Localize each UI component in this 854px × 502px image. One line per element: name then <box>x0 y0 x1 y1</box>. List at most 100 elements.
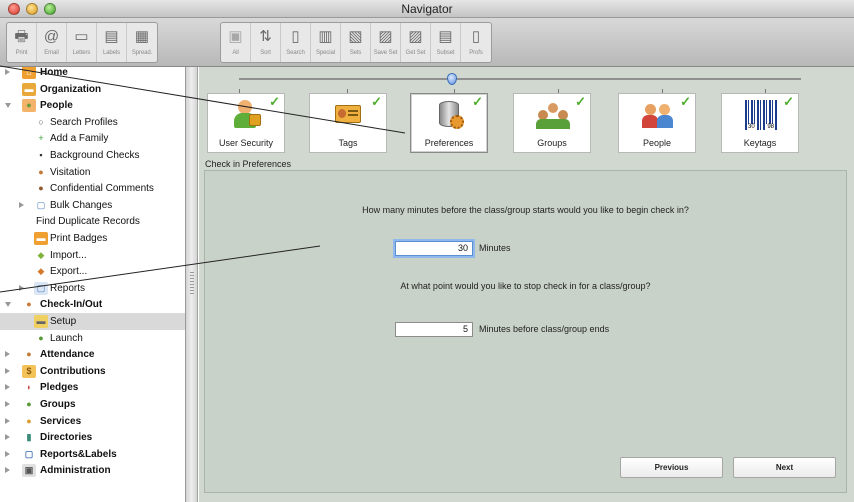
sidebar-item-label: Confidential Comments <box>50 183 154 195</box>
disclosure-closed-icon[interactable] <box>5 434 10 441</box>
toolbar-printer-button[interactable]: 🖶 Print <box>7 23 37 62</box>
sidebar-item-groups[interactable]: ● Groups <box>0 396 185 413</box>
wizard-timeline <box>239 78 801 80</box>
disclosure-closed-icon[interactable] <box>19 201 24 208</box>
disclosure-closed-icon[interactable] <box>5 450 10 457</box>
toolbar-letters-button[interactable]: ▭ Letters <box>67 23 97 62</box>
sidebar-item-label: Add a Family <box>50 133 109 145</box>
sidebar-item-background-checks[interactable]: ▪ Background Checks <box>0 147 185 164</box>
export-icon: ◆ <box>34 265 48 279</box>
sidebar-item-bulk-changes[interactable]: ▢ Bulk Changes <box>0 197 185 214</box>
sidebar-item-contributions[interactable]: $ Contributions <box>0 363 185 380</box>
sidebar-item-label: Reports&Labels <box>40 448 117 460</box>
visitation-icon: ● <box>34 165 48 179</box>
toolbar-button-label: Email <box>44 50 59 56</box>
wizard-step-label: User Security <box>218 138 273 148</box>
sidebar-item-visitation[interactable]: ● Visitation <box>0 164 185 181</box>
disclosure-closed-icon[interactable] <box>5 401 10 407</box>
email-icon: @ <box>43 27 60 45</box>
wizard-step-tags[interactable]: ✓ Tags <box>309 93 387 153</box>
begin-minutes-field[interactable]: 30 <box>395 241 473 256</box>
sidebar-item-launch[interactable]: ● Launch <box>0 330 185 347</box>
sidebar-item-confidential-comments[interactable]: ● Confidential Comments <box>0 180 185 197</box>
sidebar-item-services[interactable]: ● Services <box>0 413 185 430</box>
sidebar-splitter[interactable] <box>186 67 198 502</box>
disclosure-closed-icon[interactable] <box>5 367 10 374</box>
disclosure-open-icon[interactable] <box>5 103 11 109</box>
wizard-step-groups[interactable]: ✓ Groups <box>513 93 591 153</box>
disclosure-closed-icon[interactable] <box>5 384 10 391</box>
toolbar-labels-button[interactable]: ▤ Labels <box>97 23 127 62</box>
setup-icon: ▬ <box>34 315 48 328</box>
toolbar-spreadsheet-button[interactable]: ▦ Spread. <box>127 23 157 62</box>
labels-icon: ▤ <box>104 27 119 45</box>
sidebar-item-people[interactable]: ● People <box>0 97 185 114</box>
toolbar-save-set-button[interactable]: ▨ Save Set <box>371 23 401 62</box>
icon-part <box>333 101 365 129</box>
toolbar-sets-button[interactable]: ▧ Sets <box>341 23 371 62</box>
sidebar-item-attendance[interactable]: ● Attendance <box>0 346 185 363</box>
toolbar-profs-button[interactable]: ▯ Profs <box>461 23 491 62</box>
sidebar-item-find-duplicate-records[interactable]: Find Duplicate Records <box>0 213 185 230</box>
administration-icon: ▣ <box>22 464 36 478</box>
disclosure-closed-icon[interactable] <box>5 69 10 75</box>
sidebar-item-organization[interactable]: ▬ Organization <box>0 81 185 98</box>
sidebar-item-setup[interactable]: ▬ Setup <box>0 313 185 330</box>
sidebar-item-export[interactable]: ◆ Export... <box>0 263 185 280</box>
toolbar-email-button[interactable]: @ Email <box>37 23 67 62</box>
begin-minutes-unit: Minutes <box>479 243 511 253</box>
splitter-grip[interactable] <box>190 272 194 296</box>
output-toolbar-group: 🖶 Print @ Email ▭ Letters ▤ Labels ▦ Spread. <box>6 22 158 63</box>
toolbar-special-button[interactable]: ▥ Special <box>311 23 341 62</box>
set-toolbar-group: ▣ All ⇅ Sort ▯ Search ▥ Special ▧ Sets ▨ Save Set ▨ G… <box>220 22 492 63</box>
icon-part <box>348 114 358 116</box>
wizard-step-user-security[interactable]: ✓ User Security <box>207 93 285 153</box>
groups-icon <box>536 98 570 132</box>
toolbar-all-button[interactable]: ▣ All <box>221 23 251 62</box>
timeline-position-marker[interactable] <box>447 73 457 85</box>
sidebar-item-check-in-out[interactable]: ● Check-In/Out <box>0 296 185 313</box>
sidebar-item-label: Groups <box>40 399 76 410</box>
sidebar-item-print-badges[interactable]: ▬ Print Badges <box>0 230 185 247</box>
all-icon: ▣ <box>228 27 243 45</box>
user-security-icon <box>230 98 264 132</box>
disclosure-open-icon[interactable] <box>5 302 11 308</box>
sidebar-item-add-a-family[interactable]: + Add a Family <box>0 130 185 147</box>
icon-part <box>238 100 252 114</box>
next-button[interactable]: Next <box>733 457 836 478</box>
toolbar-button-label: Special <box>316 50 335 56</box>
completed-check-icon: ✓ <box>269 94 280 109</box>
toolbar-button-label: Print <box>15 50 28 56</box>
previous-button[interactable]: Previous <box>620 457 723 478</box>
disclosure-closed-icon[interactable] <box>19 284 24 291</box>
preferences-icon <box>433 98 467 132</box>
wizard-step-keytags[interactable]: 30 98 ✓ Keytags <box>721 93 799 153</box>
stop-minutes-field[interactable]: 5 <box>395 322 473 337</box>
toolbar-subset-button[interactable]: ▤ Subset <box>431 23 461 62</box>
icon-part <box>232 100 262 130</box>
icon-part: 30 98 <box>745 100 777 130</box>
toolbar-get-set-button[interactable]: ▨ Get Set <box>401 23 431 62</box>
icon-part: 30 <box>747 124 756 130</box>
disclosure-closed-icon[interactable] <box>5 417 10 424</box>
sidebar-item-directories[interactable]: ▮ Directories <box>0 429 185 446</box>
toolbar-button-label: Profs <box>469 50 483 56</box>
disclosure-closed-icon[interactable] <box>5 351 10 358</box>
disclosure-closed-icon[interactable] <box>5 467 10 474</box>
sidebar-item-search-profiles[interactable]: ○ Search Profiles <box>0 114 185 131</box>
sidebar-item-administration[interactable]: ▣ Administration <box>0 462 185 479</box>
home-icon: ⌂ <box>22 67 36 79</box>
sidebar-item-reports[interactable]: ▢ Reports <box>0 280 185 297</box>
toolbar-sort-button[interactable]: ⇅ Sort <box>251 23 281 62</box>
groups-icon: ● <box>22 398 36 411</box>
wizard-step-preferences[interactable]: ✓ Preferences <box>410 93 488 153</box>
sidebar-item-reports-labels[interactable]: ▢ Reports&Labels <box>0 446 185 463</box>
toolbar-search-button[interactable]: ▯ Search <box>281 23 311 62</box>
sidebar-item-pledges[interactable]: ◗ Pledges <box>0 379 185 396</box>
sidebar-item-home[interactable]: ⌂ Home <box>0 67 185 81</box>
wizard-step-people[interactable]: ✓ People <box>618 93 696 153</box>
window-title: Navigator <box>401 2 453 16</box>
sidebar-item-import[interactable]: ◆ Import... <box>0 247 185 264</box>
icon-part <box>642 115 658 128</box>
completed-check-icon: ✓ <box>575 94 586 109</box>
